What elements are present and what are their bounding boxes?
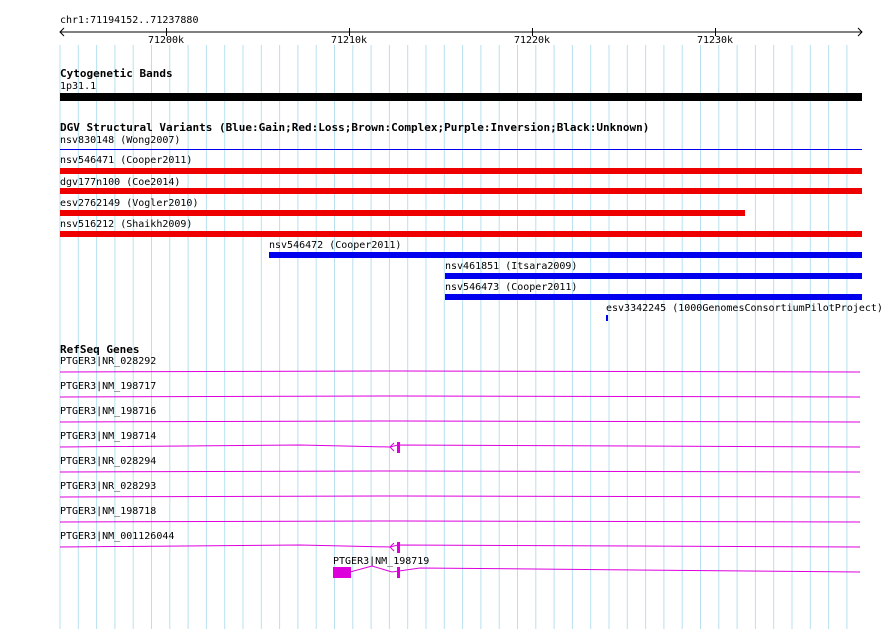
- transcript-line: [59, 470, 861, 473]
- exon: [397, 567, 400, 578]
- transcript-line: [59, 395, 861, 398]
- transcript-line: [59, 444, 861, 448]
- transcript-line: [59, 520, 861, 523]
- transcript-line: [59, 420, 861, 423]
- transcript-line: [59, 495, 861, 498]
- transcript-line: [59, 544, 861, 548]
- refseq-transcripts[interactable]: [0, 0, 890, 629]
- transcript-line: [59, 370, 861, 373]
- exon: [397, 542, 400, 553]
- transcript-line: [349, 565, 861, 573]
- exon: [333, 567, 351, 578]
- exon: [397, 442, 400, 453]
